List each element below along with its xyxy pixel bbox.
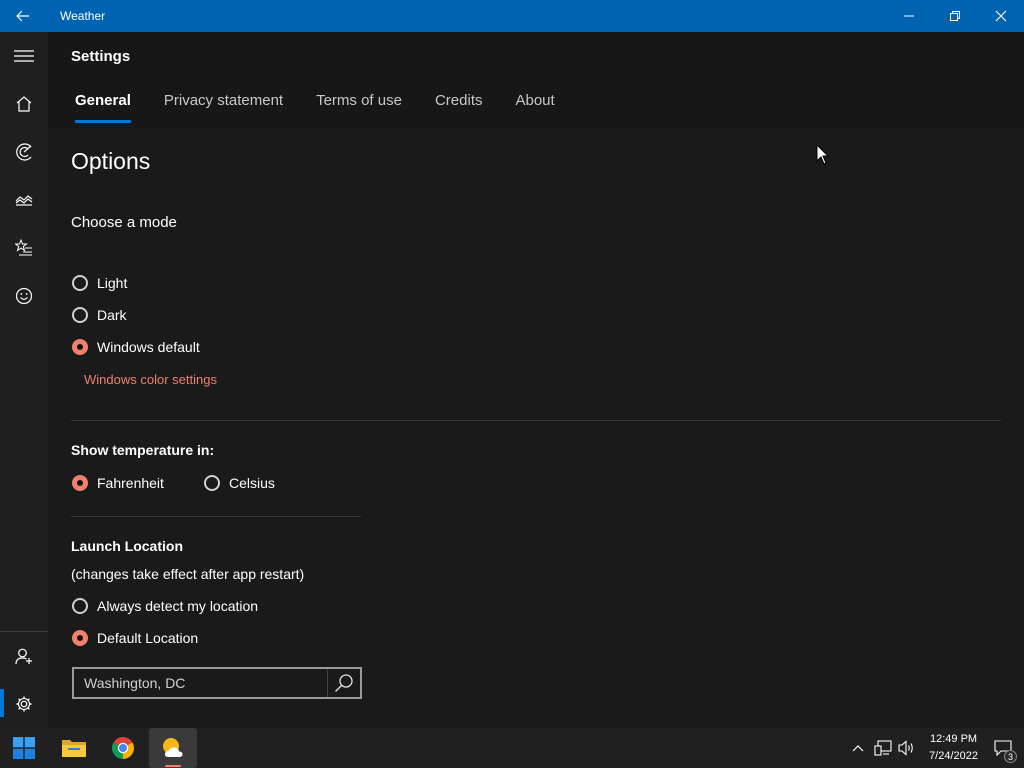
nav-favorites[interactable] <box>0 224 48 272</box>
location-input-value[interactable]: Washington, DC <box>84 675 327 691</box>
app-title: Weather <box>60 9 106 23</box>
hamburger-menu-button[interactable] <box>0 32 48 80</box>
radio-circle <box>72 598 88 614</box>
minimize-icon <box>904 15 914 17</box>
notification-count-badge: 3 <box>1004 750 1017 763</box>
file-explorer-taskbar-button[interactable] <box>52 728 96 768</box>
clock-date: 7/24/2022 <box>929 750 978 762</box>
page-title: Settings <box>71 48 131 65</box>
nav-settings[interactable] <box>0 680 48 728</box>
radio-circle <box>204 475 220 491</box>
settings-header: Settings General Privacy statement Terms… <box>48 32 1024 128</box>
mode-windows-default-radio[interactable]: Windows default <box>72 339 200 355</box>
restore-button[interactable] <box>932 0 978 32</box>
mode-light-radio[interactable]: Light <box>72 275 127 291</box>
settings-tabs: General Privacy statement Terms of use C… <box>75 92 555 124</box>
radio-label: Default Location <box>97 630 199 646</box>
back-arrow-icon <box>16 10 29 22</box>
minimize-button[interactable] <box>886 0 932 32</box>
chrome-icon <box>112 737 134 759</box>
volume-tray-button[interactable] <box>896 728 918 768</box>
restore-icon <box>950 11 960 21</box>
hamburger-icon <box>14 50 34 62</box>
fahrenheit-radio[interactable]: Fahrenheit <box>72 475 164 491</box>
nav-forecast[interactable] <box>0 80 48 128</box>
close-icon <box>995 10 1007 22</box>
mode-label: Choose a mode <box>71 214 177 231</box>
radio-circle-selected <box>72 339 88 355</box>
nav-account[interactable] <box>0 632 48 680</box>
tab-terms-of-use[interactable]: Terms of use <box>316 92 402 124</box>
start-button[interactable] <box>2 728 46 768</box>
chevron-up-icon <box>852 745 864 752</box>
back-button[interactable] <box>0 0 46 32</box>
search-icon <box>335 674 353 692</box>
tab-privacy-statement[interactable]: Privacy statement <box>164 92 283 124</box>
radio-circle-selected <box>72 630 88 646</box>
radio-label: Light <box>97 275 128 291</box>
radio-label: Fahrenheit <box>97 475 164 491</box>
nav-historical-weather[interactable] <box>0 176 48 224</box>
options-panel: Options Choose a mode Light Dark Windows… <box>48 128 1024 728</box>
nav-maps[interactable] <box>0 128 48 176</box>
radar-icon <box>16 143 32 161</box>
show-hidden-icons-button[interactable] <box>848 728 868 768</box>
default-location-radio[interactable]: Default Location <box>72 630 198 646</box>
weather-taskbar-button[interactable] <box>149 728 197 768</box>
section-divider <box>71 420 1001 421</box>
smiley-icon <box>15 287 33 305</box>
windows-logo-icon <box>13 737 35 759</box>
title-bar: Weather <box>0 0 1024 32</box>
section-divider <box>71 516 361 517</box>
favorites-icon <box>15 239 32 256</box>
nav-rail <box>0 32 48 728</box>
radio-circle <box>72 307 88 323</box>
tab-credits[interactable]: Credits <box>435 92 483 124</box>
clock-time: 12:49 PM <box>929 733 978 745</box>
weather-app-icon <box>163 738 183 757</box>
account-icon <box>15 648 32 665</box>
always-detect-location-radio[interactable]: Always detect my location <box>72 598 258 614</box>
home-icon <box>16 96 32 112</box>
radio-label: Celsius <box>229 475 275 491</box>
radio-label: Windows default <box>97 339 200 355</box>
settings-icon <box>16 696 32 712</box>
tab-general[interactable]: General <box>75 92 131 124</box>
launch-location-note: (changes take effect after app restart) <box>71 566 305 582</box>
mode-dark-radio[interactable]: Dark <box>72 307 127 323</box>
historical-weather-icon <box>15 195 33 206</box>
nav-feedback[interactable] <box>0 272 48 320</box>
taskbar-clock[interactable]: 12:49 PM 7/24/2022 <box>929 731 978 765</box>
radio-label: Always detect my location <box>97 598 259 614</box>
radio-circle-selected <box>72 475 88 491</box>
active-app-indicator <box>165 765 181 767</box>
network-tray-button[interactable] <box>872 728 894 768</box>
celsius-radio[interactable]: Celsius <box>204 475 275 491</box>
network-icon <box>874 740 892 756</box>
windows-color-settings-link[interactable]: Windows color settings <box>84 372 217 387</box>
location-search-input[interactable]: Washington, DC <box>72 667 362 699</box>
radio-circle <box>72 275 88 291</box>
taskbar: 12:49 PM 7/24/2022 3 <box>0 728 1024 768</box>
speaker-icon <box>898 740 913 756</box>
notification-center-button[interactable]: 3 <box>986 728 1020 768</box>
launch-location-label: Launch Location <box>71 538 183 554</box>
chrome-taskbar-button[interactable] <box>101 728 145 768</box>
mouse-cursor-icon <box>816 144 830 165</box>
temperature-label: Show temperature in: <box>71 442 215 458</box>
options-heading: Options <box>71 148 151 174</box>
tab-about[interactable]: About <box>515 92 554 124</box>
folder-icon <box>62 740 86 757</box>
radio-label: Dark <box>97 307 127 323</box>
close-button[interactable] <box>978 0 1024 32</box>
location-search-button[interactable] <box>327 669 360 697</box>
